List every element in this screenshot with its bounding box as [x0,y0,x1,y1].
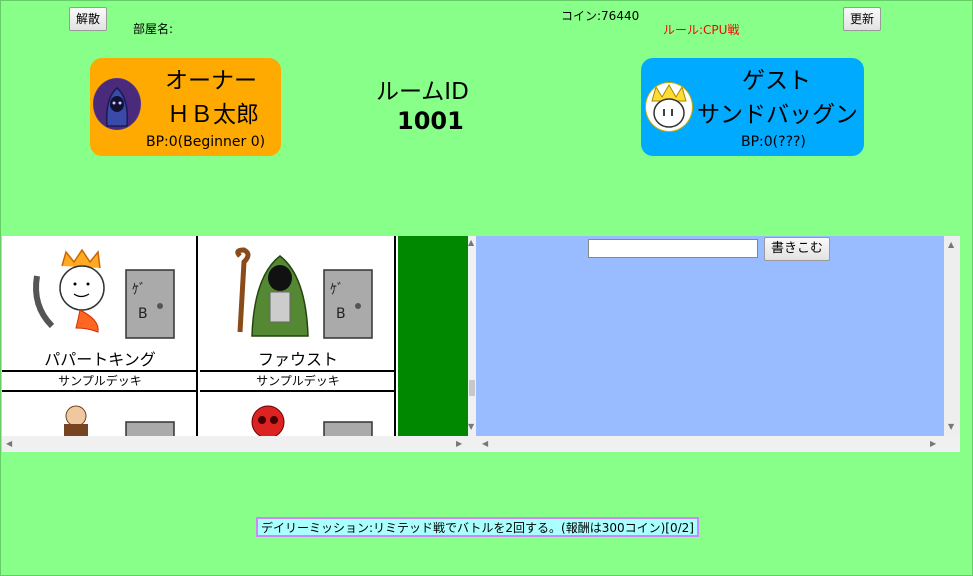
scroll-left-icon[interactable]: ◀ [6,439,12,448]
scroll-up-icon[interactable]: ▲ [468,238,474,247]
room-id-value: 1001 [397,107,464,135]
scroll-left-icon[interactable]: ◀ [482,439,488,448]
deck-subtitle: サンプルデッキ [200,370,396,392]
deck-name: ファウスト [257,350,338,369]
owner-name: ＨＢ太郎 [167,102,259,128]
owner-card: オーナー ＨＢ太郎 BP:0(Beginner 0) [90,58,281,156]
scroll-down-icon[interactable]: ▼ [468,422,474,431]
svg-text:B: B [138,306,148,322]
guest-card: ゲスト サンドバッグン BP:0(???) [641,58,864,156]
disband-button[interactable]: 解散 [69,7,108,31]
chat-horizontal-scrollbar[interactable]: ◀ ▶ [476,436,960,452]
deck-subtitle: サンプルデッキ [2,370,198,392]
guest-bp: BP:0(???) [741,134,806,150]
guest-role: ゲスト [742,68,811,94]
deck-side-column [398,236,468,436]
room-name-label: 部屋名: [133,22,174,36]
scroll-thumb[interactable] [469,380,475,396]
coins-display: コイン:76440 [561,9,640,23]
deck-name: パパートキング [44,350,156,369]
scroll-right-icon[interactable]: ▶ [456,439,462,448]
svg-text:ｹﾞ: ｹﾞ [330,282,344,298]
svg-text:B: B [336,306,346,322]
deck-card-1[interactable]: ｹﾞ B パパートキング サンプルデッキ [2,236,198,392]
owner-bp: BP:0(Beginner 0) [146,134,266,150]
chat-vertical-scrollbar[interactable]: ▲ ▼ [944,236,960,436]
refresh-button[interactable]: 更新 [843,7,882,31]
scroll-down-icon[interactable]: ▼ [948,422,954,431]
deck-card-2[interactable]: ｹﾞ B ファウスト サンプルデッキ [200,236,396,392]
svg-text:ｹﾞ: ｹﾞ [132,282,146,298]
deck-grid: ｹﾞ B パパートキング サンプルデッキ ｹﾞ B ファウスト サンプルデッキ [2,236,396,452]
deck-horizontal-scrollbar[interactable]: ◀ ▶ [2,436,468,452]
chat-panel: 書きこむ ▲ ▼ ◀ ▶ [476,236,960,452]
paper-king-icon: ｹﾞ B [2,236,198,348]
faust-icon: ｹﾞ B [200,236,396,348]
room-id-label: ルームID [376,79,469,105]
guest-name: サンドバッグン [697,102,858,128]
owner-avatar-icon [93,78,141,130]
deck-list-panel[interactable]: ｹﾞ B パパートキング サンプルデッキ ｹﾞ B ファウスト サンプルデッキ … [2,236,468,452]
owner-role: オーナー [165,68,257,94]
chat-input[interactable] [588,239,758,258]
guest-avatar-icon [645,82,693,132]
deck-vertical-scrollbar[interactable]: ▲ ▼ [468,236,476,452]
post-button[interactable]: 書きこむ [764,237,831,261]
scroll-right-icon[interactable]: ▶ [930,439,936,448]
daily-mission-banner: デイリーミッション:リミテッド戦でバトルを2回する。(報酬は300コイン)[0/… [256,517,699,537]
scroll-up-icon[interactable]: ▲ [948,240,954,249]
rule-label: ルール:CPU戦 [663,23,740,37]
